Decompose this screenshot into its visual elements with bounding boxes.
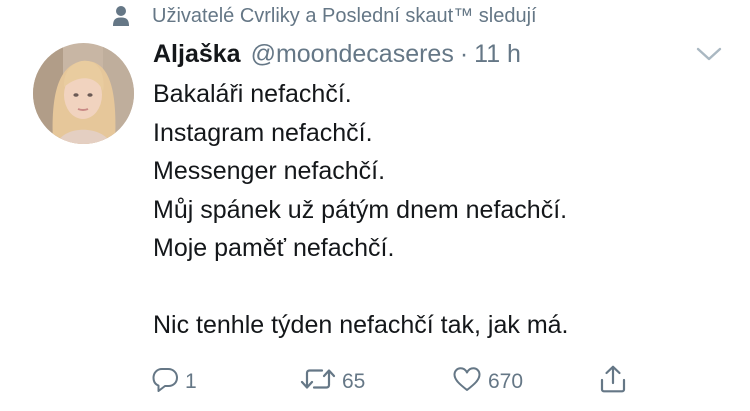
tweet-text-line: Messenger nefachčí. [153,157,386,185]
retweet-icon [300,365,336,399]
tweet-text-line: Instagram nefachčí. [153,118,373,147]
tweet-text-line: Nic tenhle týden nefachčí tak, jak má. [153,311,569,339]
share-icon [598,364,628,400]
tweet-text: Bakaláři nefachčí. Instagram nefachčí. M… [153,75,733,345]
like-count: 670 [488,370,524,393]
tweet-text-line: Bakaláři nefachčí. [153,80,352,108]
separator-dot: · [459,40,469,68]
reply-button[interactable]: 1 [151,362,197,402]
share-button[interactable] [598,362,634,402]
chevron-down-icon[interactable] [696,46,722,62]
tweet-text-line: Můj spánek už pátým dnem nefachčí. [153,195,568,224]
tweet-header: Aljaška @moondecaseres · 11 h [153,40,521,72]
reply-count: 1 [185,370,197,393]
like-button[interactable]: 670 [452,362,523,402]
reply-icon [151,365,179,399]
tweet-text-line: Moje paměť nefachčí. [153,234,395,262]
author-name[interactable]: Aljaška [153,40,241,69]
retweet-count: 65 [342,370,366,393]
social-context: Uživatelé Cvrliky a Poslední skaut™ sled… [112,2,537,30]
tweet: Uživatelé Cvrliky a Poslední skaut™ sled… [0,0,750,411]
social-context-text[interactable]: Uživatelé Cvrliky a Poslední skaut™ sled… [152,5,537,28]
heart-icon [452,365,482,399]
tweet-actions: 1 65 670 [0,362,750,402]
person-icon [112,5,130,27]
author-handle[interactable]: @moondecaseres [251,40,454,69]
retweet-button[interactable]: 65 [300,362,365,402]
tweet-time[interactable]: 11 h [474,40,521,69]
avatar[interactable] [33,43,134,144]
